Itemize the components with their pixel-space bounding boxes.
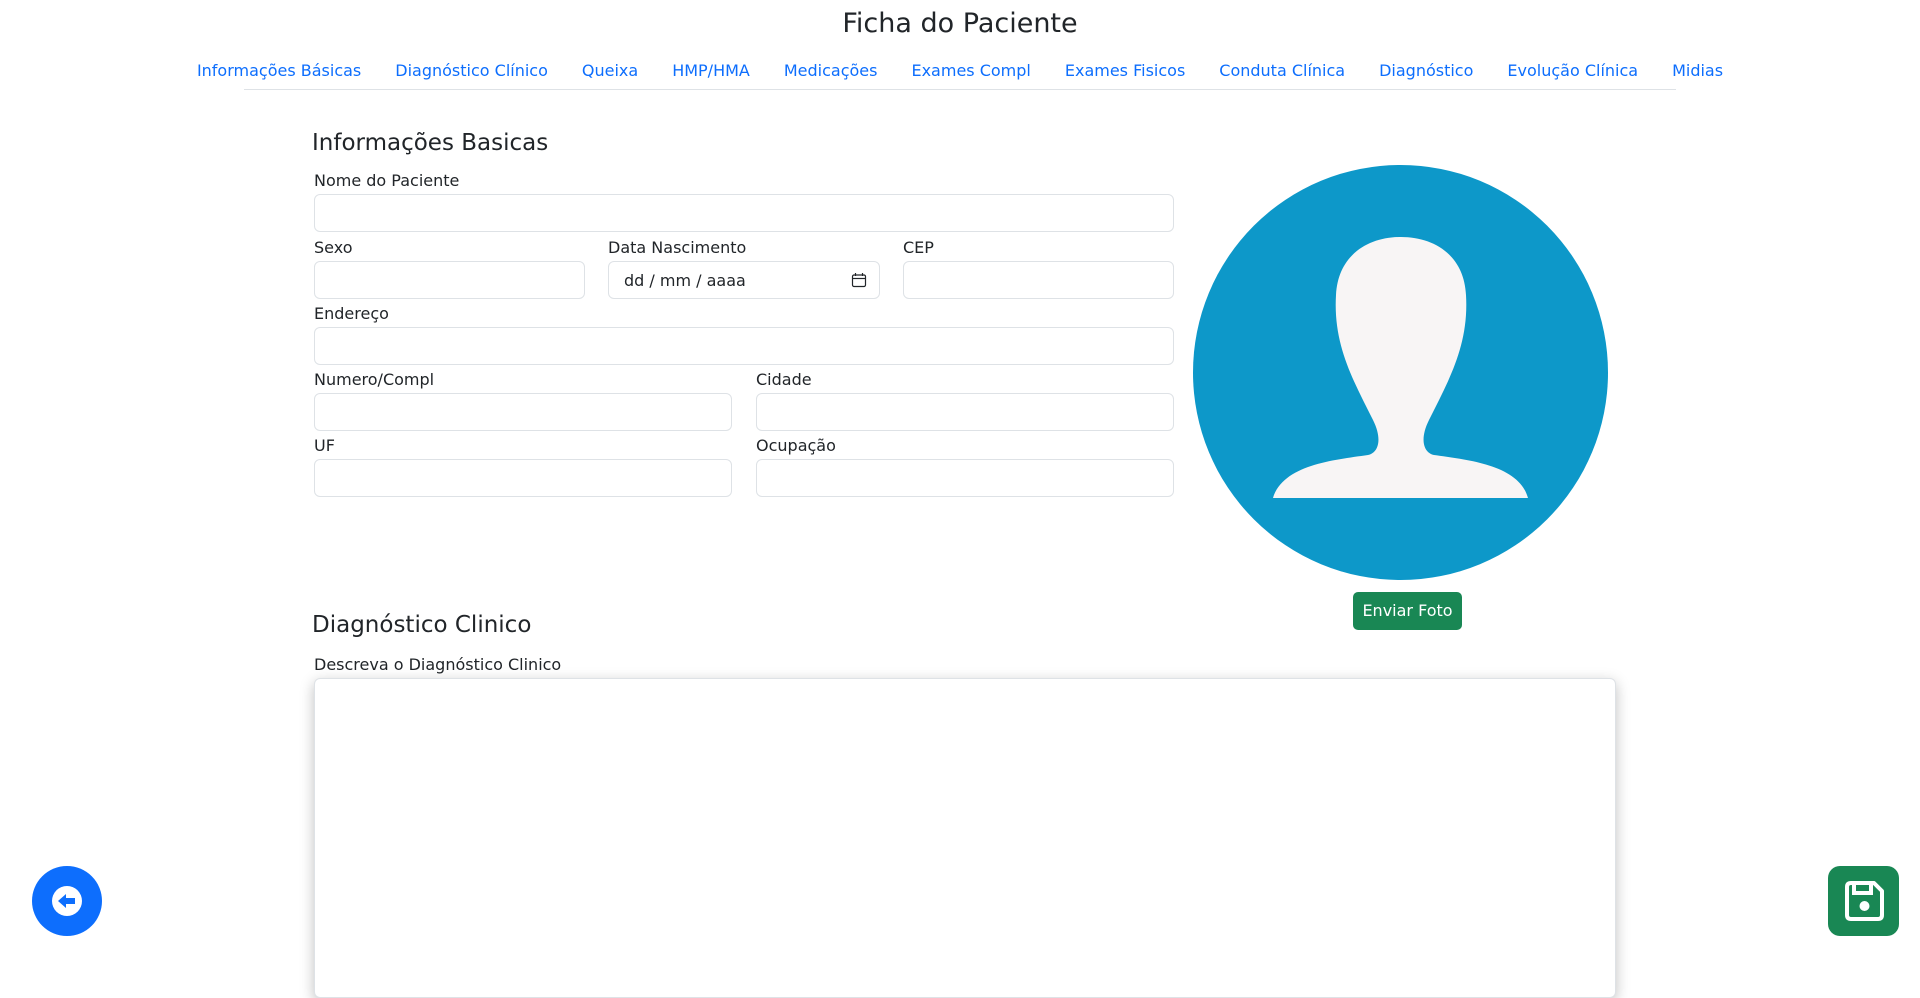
tab-diagnostico[interactable]: Diagnóstico: [1362, 52, 1490, 89]
floppy-disk-icon: [1844, 881, 1884, 921]
city-label: Cidade: [756, 370, 812, 389]
diagnosis-textarea[interactable]: [314, 678, 1616, 998]
uf-input[interactable]: [314, 459, 732, 497]
tab-diagnostico-clinico[interactable]: Diagnóstico Clínico: [378, 52, 565, 89]
basic-info-title: Informações Basicas: [312, 130, 549, 156]
tab-hmp-hma[interactable]: HMP/HMA: [655, 52, 767, 89]
birth-date-input[interactable]: dd / mm / aaaa: [608, 261, 880, 299]
cep-label: CEP: [903, 238, 934, 257]
cep-input[interactable]: [903, 261, 1174, 299]
diagnosis-label: Descreva o Diagnóstico Clinico: [314, 655, 562, 674]
number-input[interactable]: [314, 393, 732, 431]
uf-label: UF: [314, 436, 335, 455]
tab-exames-fisicos[interactable]: Exames Fisicos: [1048, 52, 1202, 89]
save-button[interactable]: [1828, 866, 1899, 936]
tab-midias[interactable]: Midias: [1655, 52, 1740, 89]
tab-informacoes-basicas[interactable]: Informações Básicas: [180, 52, 378, 89]
diagnosis-title: Diagnóstico Clinico: [312, 612, 532, 638]
tab-medicacoes[interactable]: Medicações: [767, 52, 895, 89]
tab-conduta-clinica[interactable]: Conduta Clínica: [1202, 52, 1362, 89]
tab-exames-compl[interactable]: Exames Compl: [894, 52, 1047, 89]
patient-name-label: Nome do Paciente: [314, 171, 460, 190]
birth-date-label: Data Nascimento: [608, 238, 747, 257]
address-label: Endereço: [314, 304, 389, 323]
calendar-icon[interactable]: [851, 272, 867, 288]
upload-photo-button[interactable]: Enviar Foto: [1353, 592, 1462, 630]
patient-name-input[interactable]: [314, 194, 1174, 232]
section-nav: Informações Básicas Diagnóstico Clínico …: [197, 52, 1723, 90]
occupation-label: Ocupação: [756, 436, 836, 455]
city-input[interactable]: [756, 393, 1174, 431]
occupation-input[interactable]: [756, 459, 1174, 497]
number-label: Numero/Compl: [314, 370, 435, 389]
address-input[interactable]: [314, 327, 1174, 365]
avatar-silhouette-icon: [1193, 165, 1608, 580]
birth-date-placeholder: dd / mm / aaaa: [624, 270, 746, 290]
sex-input[interactable]: [314, 261, 585, 299]
patient-avatar: [1193, 165, 1608, 580]
sex-label: Sexo: [314, 238, 353, 257]
tab-queixa[interactable]: Queixa: [565, 52, 655, 89]
back-button[interactable]: [32, 866, 102, 936]
tab-evolucao-clinica[interactable]: Evolução Clínica: [1490, 52, 1655, 89]
page-title: Ficha do Paciente: [842, 8, 1078, 39]
arrow-left-circle-icon: [52, 886, 82, 916]
